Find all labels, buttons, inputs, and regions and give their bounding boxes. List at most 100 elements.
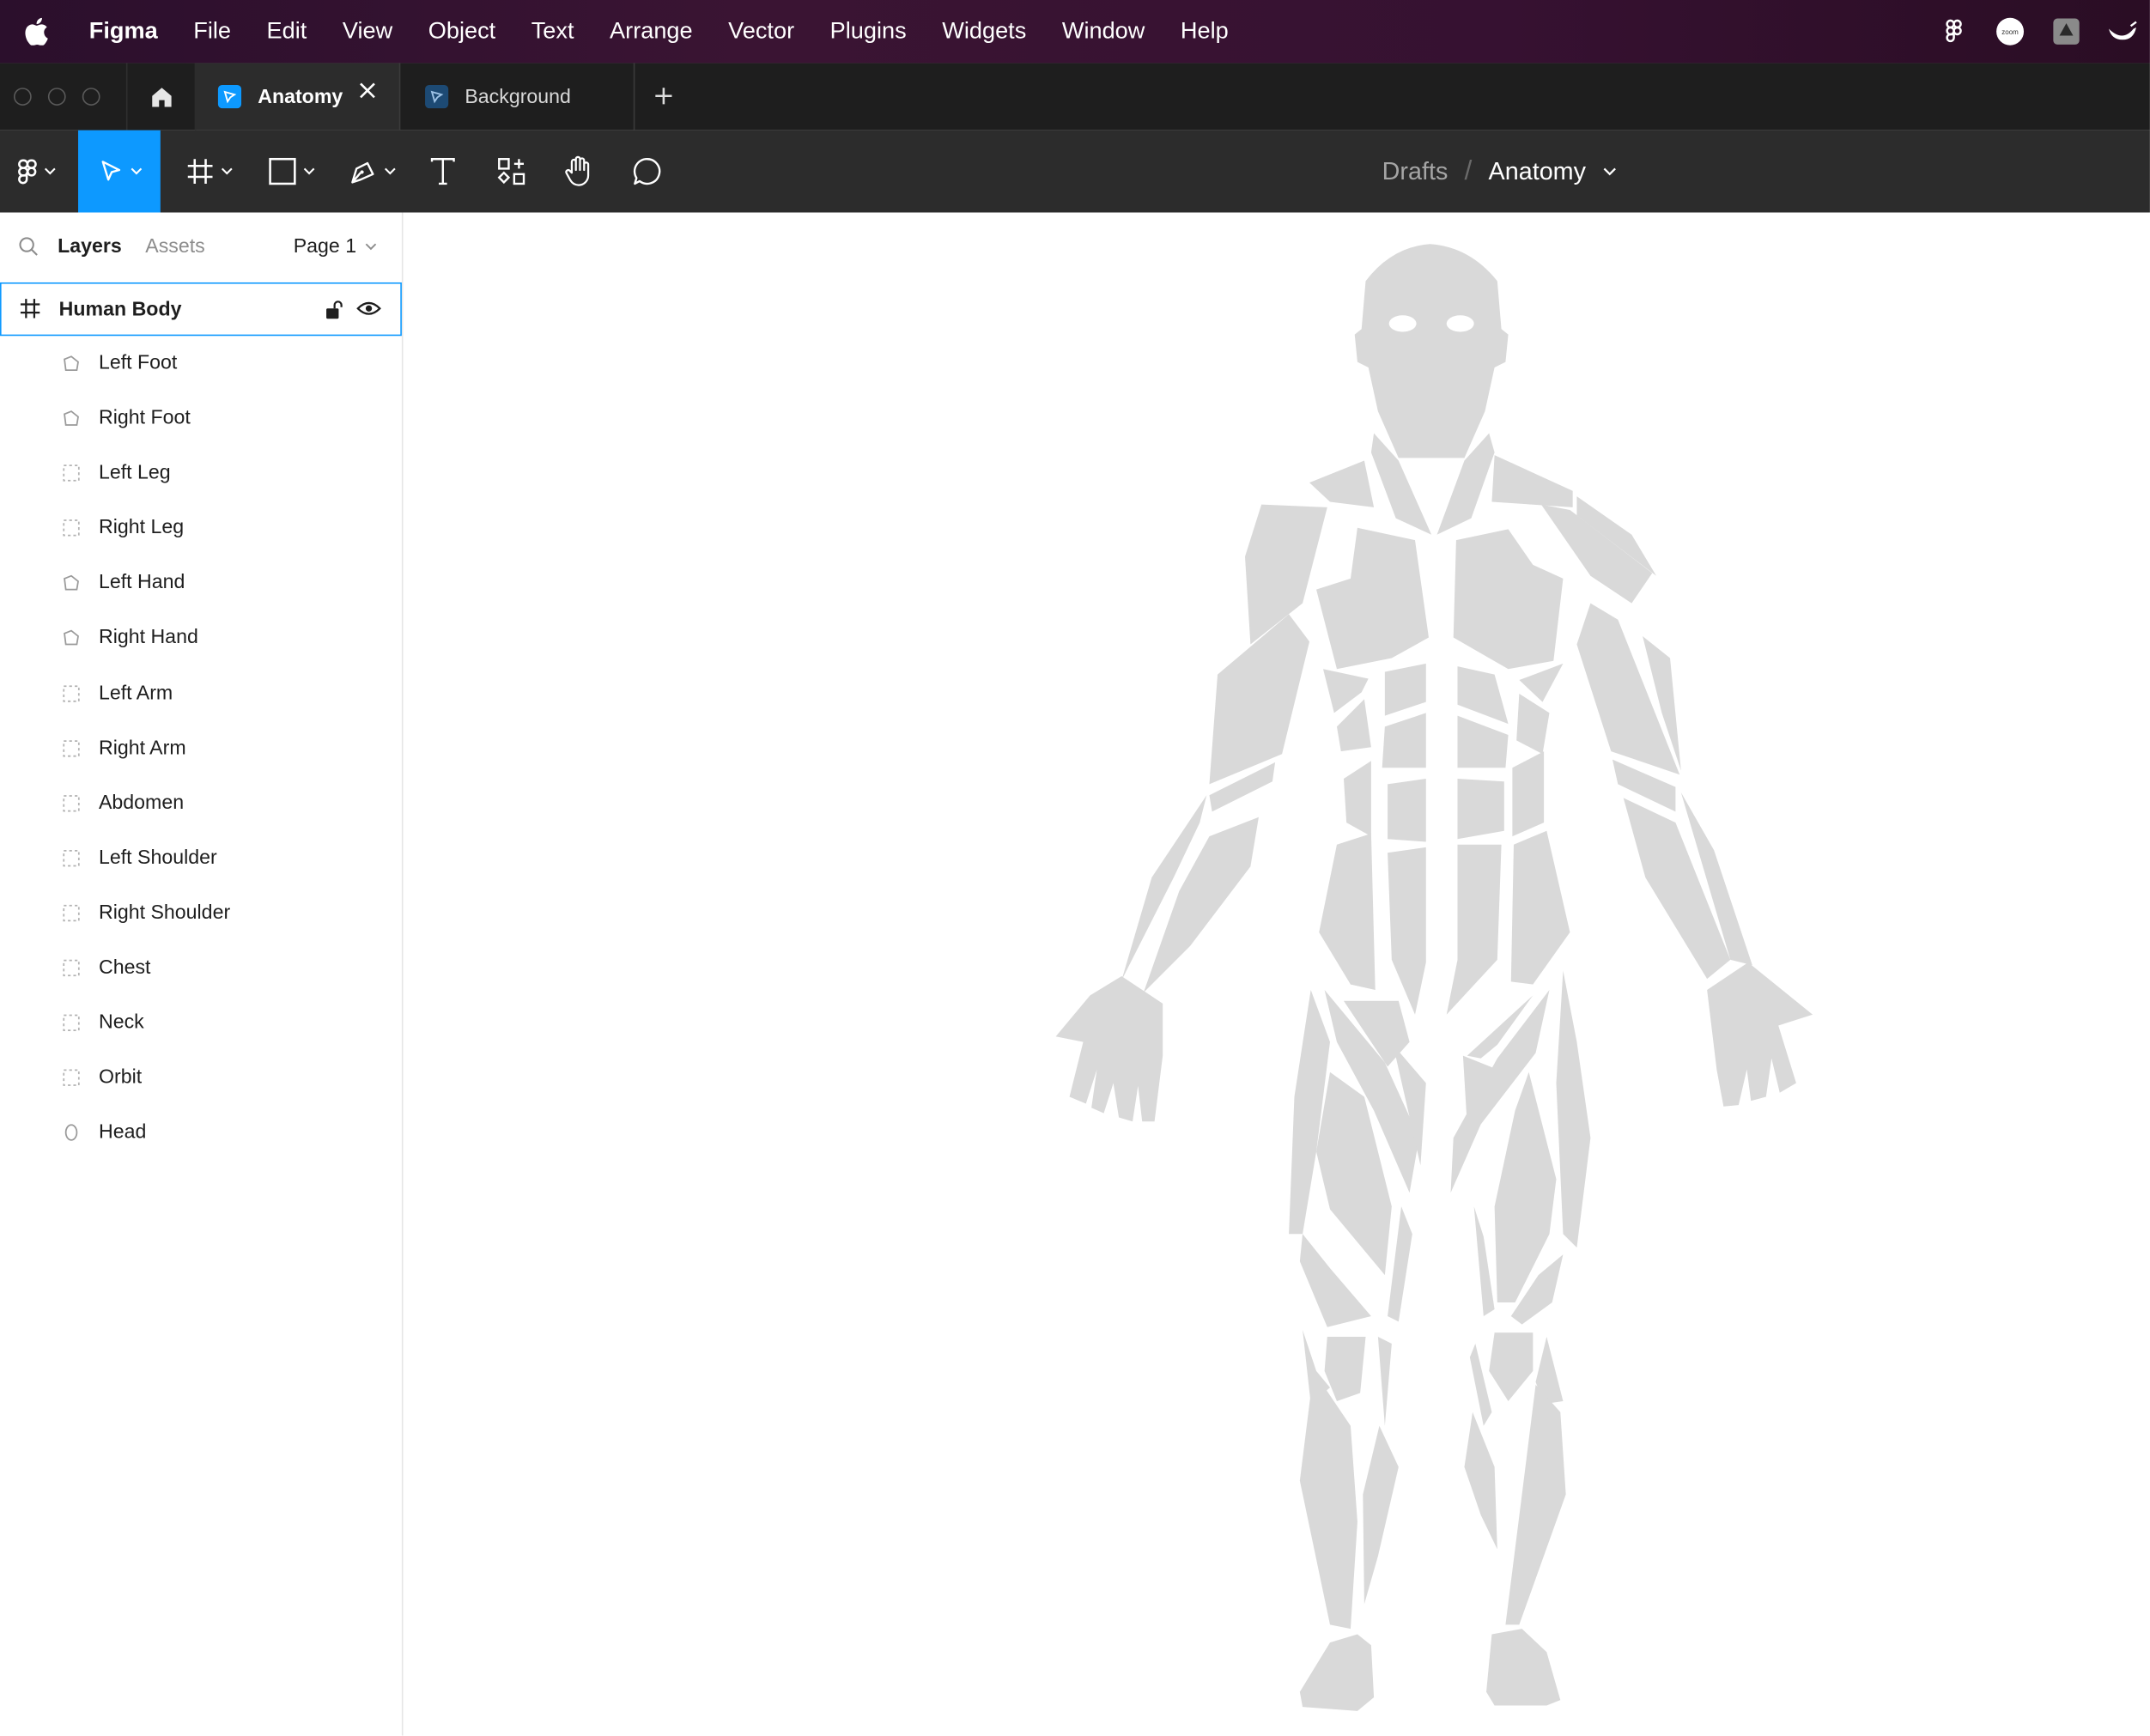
hand-left-shape[interactable]	[1055, 975, 1163, 1122]
pen-tool-button[interactable]	[338, 131, 404, 213]
abdomen-shape-11[interactable]	[1457, 779, 1504, 840]
trapezius-right-shape[interactable]	[1491, 455, 1573, 507]
file-tab-anatomy[interactable]: Anatomy	[194, 63, 401, 131]
zoom-icon[interactable]: zoom	[1982, 16, 2038, 46]
unlock-icon[interactable]	[325, 299, 343, 326]
arm-left-upper-shape[interactable]	[1209, 614, 1310, 785]
breadcrumb-file-name[interactable]: Anatomy	[1489, 157, 1586, 186]
breadcrumb-drafts[interactable]: Drafts	[1382, 157, 1449, 186]
layer-row[interactable]: Left Hand	[0, 555, 402, 610]
leg-left-shape-11[interactable]	[1299, 1370, 1357, 1630]
layer-row[interactable]: Right Shoulder	[0, 885, 402, 940]
layer-row[interactable]: Chest	[0, 941, 402, 996]
minimize-window-button[interactable]	[47, 88, 66, 106]
human-body-frame[interactable]	[403, 213, 2149, 1736]
home-button[interactable]	[125, 63, 197, 131]
canvas[interactable]	[403, 212, 2150, 1736]
leg-left-shape-10[interactable]	[1377, 1336, 1392, 1426]
apple-icon[interactable]	[0, 17, 71, 46]
layer-row[interactable]: Left Shoulder	[0, 830, 402, 885]
menu-help[interactable]: Help	[1163, 18, 1246, 46]
cup-icon[interactable]	[2093, 21, 2149, 43]
menu-window[interactable]: Window	[1044, 18, 1163, 46]
layer-row[interactable]: Right Arm	[0, 720, 402, 775]
close-tab-icon[interactable]	[359, 82, 375, 105]
leg-right-shape-9[interactable]	[1469, 1343, 1492, 1426]
layer-row[interactable]: Right Foot	[0, 391, 402, 446]
hand-tool-button[interactable]	[554, 131, 603, 213]
abdomen-shape-9[interactable]	[1343, 761, 1371, 837]
menu-edit[interactable]: Edit	[249, 18, 325, 46]
fullscreen-window-button[interactable]	[82, 88, 100, 106]
menu-widgets[interactable]: Widgets	[924, 18, 1044, 46]
head-shape[interactable]	[1354, 244, 1509, 458]
abdomen-shape-2[interactable]	[1384, 663, 1426, 716]
menu-file[interactable]: File	[176, 18, 249, 46]
abdomen-shape-4[interactable]	[1519, 663, 1564, 702]
menu-plugins[interactable]: Plugins	[812, 18, 925, 46]
layer-row[interactable]: Right Hand	[0, 610, 402, 665]
leg-left-shape-7[interactable]	[1388, 1206, 1412, 1322]
orbit-left-shape[interactable]	[1388, 315, 1417, 332]
tab-layers[interactable]: Layers	[58, 236, 122, 258]
new-tab-button[interactable]	[650, 82, 677, 115]
page-selector[interactable]: Page 1	[294, 236, 377, 258]
trapezius-left-shape[interactable]	[1309, 460, 1375, 507]
tab-assets[interactable]: Assets	[145, 236, 204, 258]
drive-icon[interactable]	[2038, 18, 2093, 46]
leg-left-shape-6[interactable]	[1299, 1234, 1371, 1327]
abdomen-shape-10[interactable]	[1388, 779, 1426, 842]
eye-icon[interactable]	[356, 300, 381, 323]
left-foot-shape[interactable]	[1299, 1634, 1375, 1711]
layer-row[interactable]: Head	[0, 1106, 402, 1161]
orbit-right-shape[interactable]	[1446, 315, 1474, 332]
menu-vector[interactable]: Vector	[710, 18, 811, 46]
menu-arrange[interactable]: Arrange	[592, 18, 710, 46]
figma-icon[interactable]	[1925, 19, 1981, 44]
hand-right-shape[interactable]	[1707, 962, 1813, 1107]
abdomen-shape-12[interactable]	[1512, 751, 1545, 837]
abdomen-shape-15[interactable]	[1319, 833, 1376, 990]
resources-tool-button[interactable]	[487, 131, 536, 213]
chest-left-shape[interactable]	[1316, 527, 1429, 670]
abdomen-shape-6[interactable]	[1382, 713, 1426, 768]
layer-row[interactable]: Abdomen	[0, 775, 402, 830]
layer-row[interactable]: Right Leg	[0, 501, 402, 555]
text-tool-button[interactable]	[418, 131, 467, 213]
layer-row[interactable]: Left Leg	[0, 446, 402, 501]
abdomen-shape-3[interactable]	[1457, 666, 1509, 725]
layer-row[interactable]: Neck	[0, 996, 402, 1051]
search-icon[interactable]	[18, 236, 40, 264]
leg-left-shape-8[interactable]	[1324, 1336, 1366, 1402]
menu-text[interactable]: Text	[513, 18, 592, 46]
leg-right-shape-12[interactable]	[1505, 1384, 1566, 1625]
menu-view[interactable]: View	[325, 18, 410, 46]
shape-tool-button[interactable]	[258, 131, 324, 213]
app-menu-figma[interactable]: Figma	[71, 18, 175, 46]
leg-left-shape-12[interactable]	[1363, 1425, 1399, 1605]
abdomen-shape-16[interactable]	[1510, 830, 1570, 985]
close-window-button[interactable]	[13, 88, 32, 106]
move-tool-button[interactable]	[78, 130, 161, 213]
right-foot-shape[interactable]	[1486, 1629, 1561, 1706]
abdomen-shape-5[interactable]	[1336, 699, 1371, 752]
abdomen-shape-8[interactable]	[1516, 694, 1550, 755]
leg-right-shape-8[interactable]	[1489, 1332, 1534, 1402]
layer-row[interactable]: Left Foot	[0, 336, 402, 391]
leg-right-shape-11[interactable]	[1464, 1411, 1497, 1550]
abdomen-shape-7[interactable]	[1457, 715, 1509, 768]
chest-right-shape[interactable]	[1453, 529, 1564, 670]
main-menu-button[interactable]	[5, 131, 65, 213]
leg-right-shape-6[interactable]	[1473, 1206, 1495, 1317]
layer-frame-human-body[interactable]: Human Body	[0, 282, 402, 337]
menu-object[interactable]: Object	[410, 18, 513, 46]
frame-tool-button[interactable]	[175, 131, 241, 213]
abdomen-shape-13[interactable]	[1388, 847, 1426, 1015]
layer-row[interactable]: Orbit	[0, 1051, 402, 1106]
chevron-down-icon[interactable]	[1602, 167, 1616, 176]
leg-right-shape-1[interactable]	[1556, 970, 1591, 1248]
comment-tool-button[interactable]	[623, 131, 671, 213]
abdomen-shape-14[interactable]	[1446, 844, 1502, 1015]
arm-left-fore-shape-2[interactable]	[1143, 816, 1259, 993]
file-tab-background[interactable]: Background	[402, 63, 635, 131]
